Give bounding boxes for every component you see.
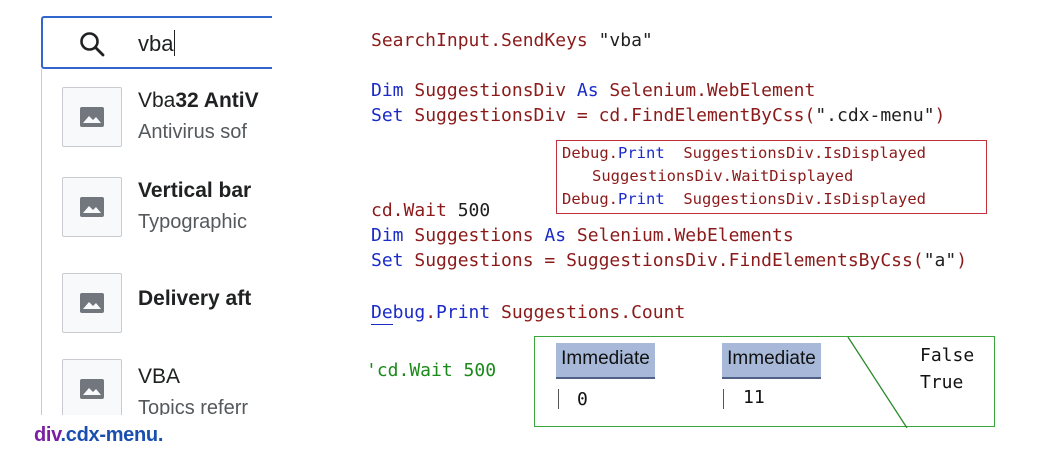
element-selector-label: div.cdx-menu. [34, 424, 164, 446]
suggestion-description: Typographic [138, 211, 247, 233]
suggestions-menu: Vba32 AntiV Antivirus sof Vertical bar T… [41, 69, 272, 415]
image-placeholder-icon [80, 197, 104, 217]
debug-line: SuggestionsDiv.WaitDisplayed [592, 167, 854, 185]
code-line: cd.Wait 500 [371, 200, 491, 221]
suggestion-item[interactable]: Vba32 AntiV Antivirus sof [42, 69, 272, 159]
suggestion-item[interactable]: VBA Topics referr [42, 345, 272, 415]
suggestion-title: VBA [138, 365, 181, 388]
debug-line: Debug.Print SuggestionsDiv.IsDisplayed [562, 190, 926, 208]
code-line: Set Suggestions = SuggestionsDiv.FindEle… [371, 250, 968, 271]
commented-code-line: 'cd.Wait 500 [366, 360, 497, 381]
suggestion-thumbnail [62, 359, 122, 415]
suggestion-item[interactable]: Vertical bar Typographic [42, 159, 272, 249]
debug-line: Debug.Print SuggestionsDiv.IsDisplayed [562, 144, 926, 162]
image-placeholder-icon [80, 293, 104, 313]
debug-annotation-box: Debug.Print SuggestionsDiv.IsDisplayed S… [556, 140, 987, 214]
code-line: Debug.Print Suggestions.Count [371, 302, 686, 323]
text-caret [174, 30, 176, 56]
suggestion-title: Delivery aft [138, 287, 252, 310]
code-underline [371, 324, 393, 325]
suggestion-thumbnail [62, 273, 122, 333]
suggestion-description: Antivirus sof [138, 121, 247, 143]
code-line: Set SuggestionsDiv = cd.FindElementByCss… [371, 105, 946, 126]
suggestion-description: Topics referr [138, 397, 249, 415]
search-panel: vba Vba32 AntiV Antivirus sof Vertical b… [0, 0, 272, 415]
suggestion-item[interactable]: Delivery aft [42, 255, 272, 345]
image-placeholder-icon [80, 379, 104, 399]
suggestion-title: Vertical bar [138, 179, 252, 202]
suggestion-title: Vba32 AntiV [138, 89, 259, 112]
search-box[interactable]: vba [41, 16, 272, 69]
search-input-value: vba [138, 31, 174, 56]
suggestion-thumbnail [62, 87, 122, 147]
code-line: SearchInput.SendKeys "vba" [371, 30, 653, 51]
code-line: Dim Suggestions As Selenium.WebElements [371, 225, 794, 246]
immediate-results-box: Immediate 0 Immediate 11 False True [534, 336, 995, 428]
search-icon [80, 32, 105, 57]
code-line: Dim SuggestionsDiv As Selenium.WebElemen… [371, 80, 816, 101]
suggestion-thumbnail [62, 177, 122, 237]
boolean-output: True [920, 372, 964, 393]
search-input[interactable]: vba [138, 30, 176, 57]
image-placeholder-icon [80, 107, 104, 127]
boolean-output: False [920, 345, 975, 366]
